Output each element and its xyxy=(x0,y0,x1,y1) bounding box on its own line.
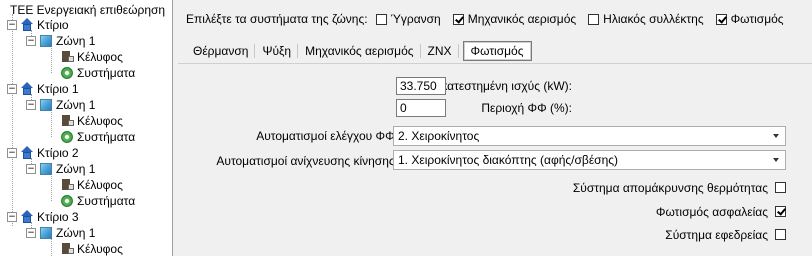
tree-node-label: Κτίριο xyxy=(37,18,69,32)
systems-gear-icon xyxy=(61,131,73,143)
heat-removal-label: Σύστημα απομάκρυνσης θερμότητας xyxy=(572,181,768,195)
solar-collector-checkbox[interactable] xyxy=(588,13,600,25)
tree-node-label: Κτίριο 3 xyxy=(37,210,79,224)
dropdown-arrow-icon xyxy=(773,158,779,162)
zone-cube-icon xyxy=(40,227,52,239)
backup-system-label: Σύστημα εφεδρείας xyxy=(665,228,768,242)
zone-cube-icon xyxy=(40,35,52,47)
tree-node-building[interactable]: − Κτίριο 1 xyxy=(7,81,79,97)
tree-node-shell[interactable]: Κέλυφος xyxy=(60,113,123,129)
tree-node-shell[interactable]: Κέλυφος xyxy=(60,241,123,256)
tree-node-building[interactable]: − Κτίριο xyxy=(7,17,69,33)
shell-icon xyxy=(60,50,74,64)
tree-node-zone[interactable]: − Ζώνη 1 xyxy=(26,33,95,49)
tree-node-systems[interactable]: Συστήματα xyxy=(60,129,135,145)
building-icon xyxy=(20,18,34,32)
tree-root[interactable]: ΤΕΕ Ενεργειακή επιθεώρηση xyxy=(10,2,165,18)
tree-line xyxy=(51,174,52,201)
systems-tabs: Θέρμανση Ψύξη Μηχανικός αερισμός ΖΝΧ Φωτ… xyxy=(186,40,532,62)
zone-cube-icon xyxy=(40,163,52,175)
tab-lighting[interactable]: Φωτισμός xyxy=(462,41,532,61)
tree-node-systems[interactable]: Συστήματα xyxy=(60,65,135,81)
mechanical-ventilation-checkbox[interactable] xyxy=(452,13,464,25)
installed-power-input[interactable]: 33.750 xyxy=(396,77,446,95)
tree-line xyxy=(51,46,52,73)
tree-node-label: Κτίριο 2 xyxy=(37,146,79,160)
lighting-checkbox[interactable] xyxy=(715,13,727,25)
lighting-label[interactable]: Φωτισμός xyxy=(731,12,784,26)
tree-node-zone[interactable]: − Ζώνη 1 xyxy=(26,161,95,177)
heat-removal-checkbox[interactable] xyxy=(775,182,786,193)
zone-systems-row: Επιλέξτε τα συστήματα της ζώνης: Ύγρανση… xyxy=(186,11,796,27)
collapse-icon[interactable]: − xyxy=(26,164,36,174)
tab-mechanical-ventilation[interactable]: Μηχανικός αερισμός xyxy=(298,41,422,61)
humidification-checkbox[interactable] xyxy=(375,13,387,25)
tree-node-label: Ζώνη 1 xyxy=(56,226,96,240)
daylight-control-value: 2. Χειροκίνητος xyxy=(398,129,480,143)
zone-cube-icon xyxy=(40,99,52,111)
tree-node-systems[interactable]: Συστήματα xyxy=(60,193,135,209)
installed-power-label: Εγκατεστημένη ισχύς (kW): xyxy=(427,79,572,93)
tree-node-label: Κέλυφος xyxy=(77,178,123,192)
collapse-icon[interactable]: − xyxy=(26,100,36,110)
building-icon xyxy=(20,210,34,224)
building-icon xyxy=(20,82,34,96)
zone-systems-label: Επιλέξτε τα συστήματα της ζώνης: xyxy=(186,12,368,26)
project-tree[interactable]: ΤΕΕ Ενεργειακή επιθεώρηση − Κτίριο − Ζών… xyxy=(0,0,173,256)
daylight-control-label: Αυτοματισμοί ελέγχου ΦΦ: xyxy=(256,129,398,143)
shell-icon xyxy=(60,114,74,128)
tab-cooling[interactable]: Ψύξη xyxy=(255,41,298,61)
building-icon xyxy=(20,146,34,160)
tree-node-label: Κέλυφος xyxy=(77,242,123,256)
safety-lighting-checkbox[interactable] xyxy=(775,206,786,217)
tree-node-label: Κέλυφος xyxy=(77,50,123,64)
tree-line xyxy=(51,110,52,137)
motion-detection-select[interactable]: 1. Χειροκίνητος διακόπτης (αφής/σβέσης) xyxy=(393,150,786,170)
solar-collector-label[interactable]: Ηλιακός συλλέκτης xyxy=(603,12,703,26)
systems-gear-icon xyxy=(61,195,73,207)
tree-node-label: Κτίριο 1 xyxy=(37,82,79,96)
daylight-control-select[interactable]: 2. Χειροκίνητος xyxy=(393,126,786,146)
systems-gear-icon xyxy=(61,67,73,79)
tree-node-label: Ζώνη 1 xyxy=(56,34,96,48)
tree-node-building[interactable]: − Κτίριο 2 xyxy=(7,145,79,161)
zone-systems-panel: Επιλέξτε τα συστήματα της ζώνης: Ύγρανση… xyxy=(178,0,812,256)
humidification-label[interactable]: Ύγρανση xyxy=(391,12,441,26)
tree-node-shell[interactable]: Κέλυφος xyxy=(60,177,123,193)
collapse-icon[interactable]: − xyxy=(7,148,17,158)
tree-node-label: Κέλυφος xyxy=(77,114,123,128)
mechanical-ventilation-label[interactable]: Μηχανικός αερισμός xyxy=(468,12,576,26)
collapse-icon[interactable]: − xyxy=(7,84,17,94)
tab-heating[interactable]: Θέρμανση xyxy=(186,41,256,61)
collapse-icon[interactable]: − xyxy=(26,36,36,46)
collapse-icon[interactable]: − xyxy=(7,212,17,222)
shell-icon xyxy=(60,178,74,192)
shell-icon xyxy=(60,242,74,256)
tree-node-zone[interactable]: − Ζώνη 1 xyxy=(26,97,95,113)
safety-lighting-label: Φωτισμός ασφαλείας xyxy=(655,205,768,219)
tree-node-label: Συστήματα xyxy=(77,194,136,208)
daylight-area-input[interactable]: 0 xyxy=(396,99,446,117)
daylight-area-label: Περιοχή ΦΦ (%): xyxy=(481,101,572,115)
tab-dhw[interactable]: ΖΝΧ xyxy=(421,41,459,61)
tree-line xyxy=(12,14,13,226)
motion-detection-label: Αυτοματισμοί ανίχνευσης κίνησης: xyxy=(216,154,398,168)
backup-system-checkbox[interactable] xyxy=(775,229,786,240)
tree-node-label: Συστήματα xyxy=(77,130,136,144)
tree-node-building[interactable]: − Κτίριο 3 xyxy=(7,209,79,225)
dropdown-arrow-icon xyxy=(773,134,779,138)
tree-root-label: ΤΕΕ Ενεργειακή επιθεώρηση xyxy=(10,3,166,17)
tree-node-label: Ζώνη 1 xyxy=(56,98,96,112)
tree-node-label: Συστήματα xyxy=(77,66,136,80)
tree-node-zone[interactable]: − Ζώνη 1 xyxy=(26,225,95,241)
motion-detection-value: 1. Χειροκίνητος διακόπτης (αφής/σβέσης) xyxy=(398,153,619,167)
tab-content-divider xyxy=(178,63,812,64)
tree-node-shell[interactable]: Κέλυφος xyxy=(60,49,123,65)
tree-node-label: Ζώνη 1 xyxy=(56,162,96,176)
collapse-icon[interactable]: − xyxy=(26,228,36,238)
collapse-icon[interactable]: − xyxy=(7,20,17,30)
